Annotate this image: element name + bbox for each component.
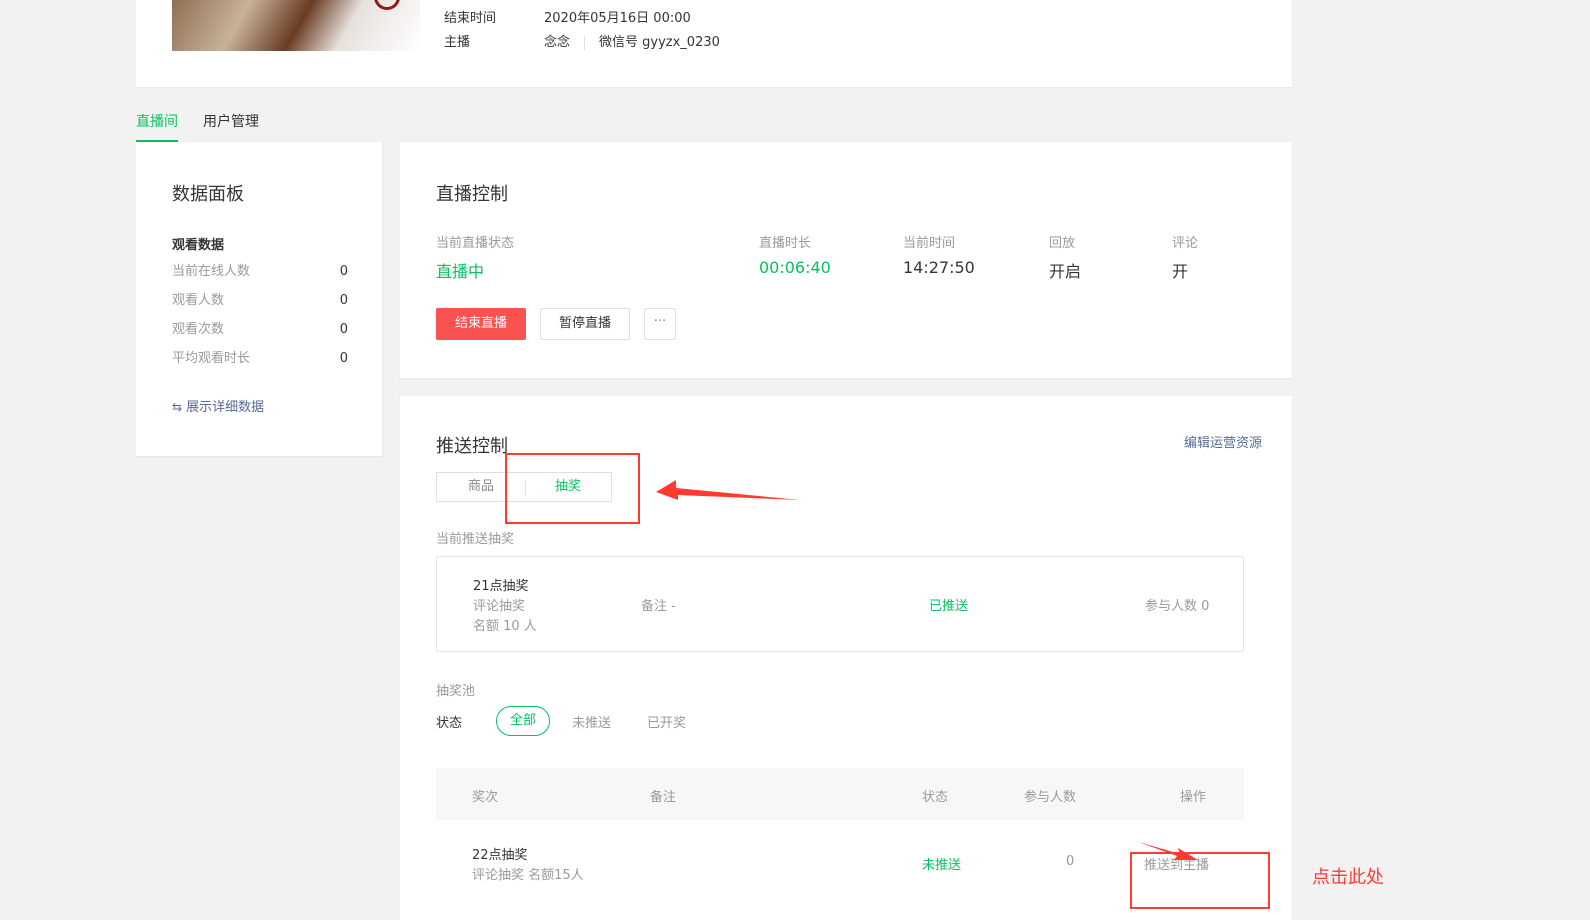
lottery-status: 已推送 [929,599,969,614]
lottery-participants: 参与人数 0 [1145,599,1210,614]
row-participants: 0 [1066,854,1075,869]
col-participants: 参与人数 [1024,790,1077,805]
filter-drawn[interactable]: 已开奖 [647,712,686,731]
comment-value: 开 [1172,262,1189,281]
stat-label: 观看人数 [172,293,225,308]
current-lottery-card: 21点抽奖 评论抽奖 名额 10 人 备注 - 已推送 参与人数 0 [436,556,1244,652]
edit-resources-link[interactable]: 编辑运营资源 [1184,432,1262,451]
col-note: 备注 [650,790,677,805]
end-time-value: 2020年05月16日 00:00 [544,11,691,26]
current-time-value: 14:27:50 [903,258,975,277]
end-time-label: 结束时间 [444,11,497,26]
lottery-type: 评论抽奖 [473,599,526,614]
stat-row-views: 观看次数 0 [172,320,348,340]
lottery-name: 21点抽奖 [473,579,529,594]
cover-decoration [374,0,400,10]
stat-value: 0 [339,264,348,279]
host-wechat: 微信号 gyyzx_0230 [599,35,720,50]
host-value: 念念 微信号 gyyzx_0230 [544,31,720,55]
highlight-lottery-tab-box [505,453,640,524]
live-duration-value: 00:06:40 [759,258,831,277]
live-status-value: 直播中 [436,262,485,281]
live-status-label: 当前直播状态 [436,236,515,251]
end-live-button[interactable]: 结束直播 [436,308,526,340]
pause-live-button[interactable]: 暂停直播 [540,308,630,340]
show-detail-data-label: 展示详细数据 [186,400,265,415]
tab-live-room[interactable]: 直播间 [136,110,178,142]
row-status: 未推送 [922,858,962,873]
current-push-label: 当前推送抽奖 [436,532,515,547]
stat-value: 0 [339,322,348,337]
stat-row-avg-duration: 平均观看时长 0 [172,349,348,369]
show-detail-data-link[interactable]: ⇆ 展示详细数据 [172,396,264,415]
row-lottery-desc: 评论抽奖 名额15人 [472,868,584,883]
stat-value: 0 [339,351,348,366]
host-row: 主播 念念 微信号 gyyzx_0230 [444,31,844,55]
status-filter-label: 状态 [436,716,463,731]
arrow-to-push-button [1138,842,1198,860]
activity-info-card: 结束时间 2020年05月16日 00:00 主播 念念 微信号 gyyzx_02… [136,0,1292,87]
row-lottery-name: 22点抽奖 [472,848,528,863]
live-control-title: 直播控制 [436,184,508,205]
stat-row-online: 当前在线人数 0 [172,262,348,282]
live-control-panel: 直播控制 当前直播状态 直播中 直播时长 00:06:40 当前时间 14:27… [400,142,1292,378]
tab-user-management[interactable]: 用户管理 [203,110,259,142]
stat-value: 0 [339,293,348,308]
data-panel-title: 数据面板 [172,184,244,205]
cover-image [172,0,420,51]
col-round: 奖次 [472,790,499,805]
col-action: 操作 [1180,790,1207,805]
arrow-shape [656,480,800,500]
arrow-shape [1138,842,1198,860]
replay-value: 开启 [1049,262,1082,281]
col-status: 状态 [922,790,949,805]
stat-label: 观看次数 [172,322,225,337]
stat-label: 平均观看时长 [172,351,251,366]
comment-label: 评论 [1172,236,1199,251]
stat-label: 当前在线人数 [172,264,251,279]
current-time-label: 当前时间 [903,236,956,251]
replay-label: 回放 [1049,236,1076,251]
host-name: 念念 [544,35,571,50]
live-duration-label: 直播时长 [759,236,812,251]
click-here-annotation: 点击此处 [1312,867,1384,888]
view-data-subtitle: 观看数据 [172,238,225,253]
lottery-quota: 名额 10 人 [473,619,537,634]
host-label: 主播 [444,35,471,50]
lottery-pool-label: 抽奖池 [436,684,476,699]
lottery-note: 备注 - [641,599,676,614]
filter-all[interactable]: 全部 [496,706,550,736]
stat-row-viewers: 观看人数 0 [172,291,348,311]
data-panel: 数据面板 观看数据 当前在线人数 0 观看人数 0 观看次数 0 平均观看时长 0 ⇆ 展… [136,142,382,456]
filter-not-pushed[interactable]: 未推送 [572,712,611,731]
end-time-row: 结束时间 2020年05月16日 00:00 [444,7,844,31]
push-control-title: 推送控制 [436,436,508,457]
divider [584,35,586,50]
lottery-table-header: 奖次 备注 状态 参与人数 操作 [436,768,1244,820]
table-row: 22点抽奖 评论抽奖 名额15人 未推送 0 推送到主播 [436,820,1244,890]
arrow-to-lottery-tab [656,480,800,500]
swap-arrows-icon: ⇆ [172,400,183,414]
more-options-button[interactable]: ··· [644,308,676,340]
